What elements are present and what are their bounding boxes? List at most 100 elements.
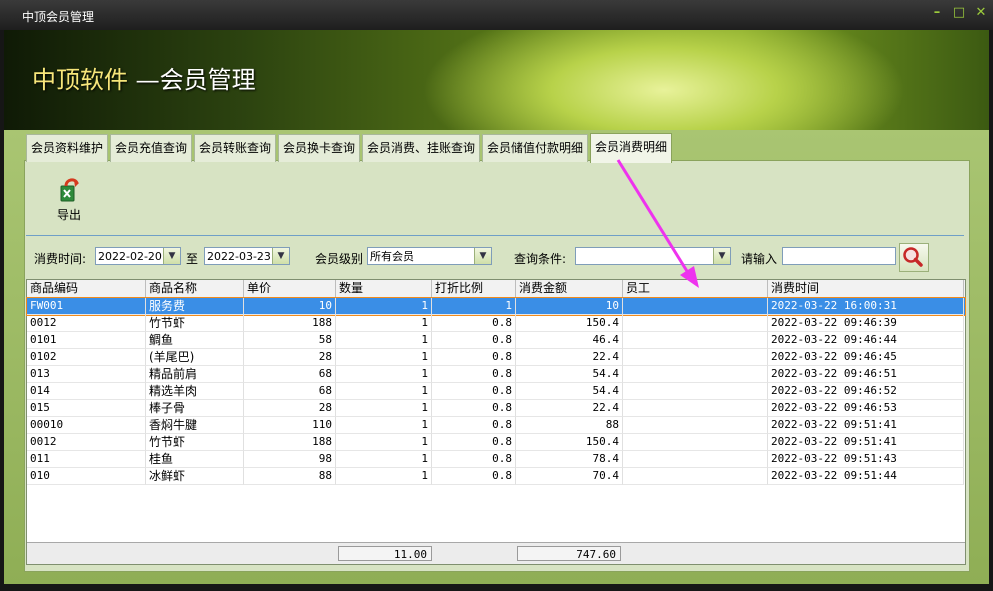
cell-name: 桂鱼 [146, 451, 244, 468]
search-input[interactable] [782, 247, 896, 265]
tab-3[interactable]: 会员换卡查询 [278, 134, 360, 162]
cell-price: 88 [244, 468, 336, 485]
cell-code: 010 [27, 468, 146, 485]
table-row[interactable]: 011 桂鱼 98 1 0.8 78.4 2022-03-22 09:51:43 [27, 451, 965, 468]
close-button[interactable]: ✕ [974, 6, 988, 20]
cell-qty: 1 [336, 400, 432, 417]
cell-amount: 54.4 [516, 383, 623, 400]
chevron-down-icon[interactable]: ▼ [713, 248, 730, 264]
total-amount: 747.60 [517, 546, 621, 561]
table-row[interactable]: 0012 竹节虾 188 1 0.8 150.4 2022-03-22 09:46:39 [27, 315, 965, 332]
cell-staff [623, 315, 768, 332]
search-button[interactable] [899, 243, 929, 272]
column-header-price[interactable]: 单价 [244, 280, 336, 297]
tab-5[interactable]: 会员储值付款明细 [482, 134, 588, 162]
table-footer: 11.00 747.60 [27, 542, 965, 564]
cell-price: 28 [244, 400, 336, 417]
cell-name: 鲷鱼 [146, 332, 244, 349]
date-from-value: 2022-02-20 [98, 250, 162, 263]
cell-amount: 88 [516, 417, 623, 434]
tab-2[interactable]: 会员转账查询 [194, 134, 276, 162]
cell-name: 棒子骨 [146, 400, 244, 417]
cell-staff [623, 383, 768, 400]
cell-name: 精选羊肉 [146, 383, 244, 400]
date-to-picker[interactable]: 2022-03-23 ▼ [204, 247, 290, 265]
column-header-amount[interactable]: 消费金额 [516, 280, 623, 297]
condition-select[interactable]: ▼ [575, 247, 731, 265]
cell-time: 2022-03-22 09:51:41 [768, 417, 964, 434]
chevron-down-icon[interactable]: ▼ [474, 248, 491, 264]
table-row[interactable]: 015 棒子骨 28 1 0.8 22.4 2022-03-22 09:46:53 [27, 400, 965, 417]
chevron-down-icon[interactable]: ▼ [163, 248, 180, 264]
cell-code: 0012 [27, 434, 146, 451]
filter-bar: 消费时间: 2022-02-20 ▼ 至 2022-03-23 ▼ 会员级别 所… [26, 240, 964, 274]
date-from-picker[interactable]: 2022-02-20 ▼ [95, 247, 181, 265]
title-bar: 中顶会员管理 – □ ✕ [0, 0, 993, 30]
maximize-button[interactable]: □ [952, 6, 966, 20]
tab-1[interactable]: 会员充值查询 [110, 134, 192, 162]
time-label: 消费时间: [34, 252, 87, 266]
column-header-discount[interactable]: 打折比例 [432, 280, 516, 297]
window-title: 中顶会员管理 [22, 10, 95, 24]
cell-qty: 1 [336, 434, 432, 451]
cell-code: 011 [27, 451, 146, 468]
cell-discount: 0.8 [432, 383, 516, 400]
table-row[interactable]: 0101 鲷鱼 58 1 0.8 46.4 2022-03-22 09:46:44 [27, 332, 965, 349]
cell-code: 015 [27, 400, 146, 417]
cell-time: 2022-03-22 09:51:43 [768, 451, 964, 468]
table-row[interactable]: FW001 服务费 10 1 1 10 2022-03-22 16:00:31 [26, 297, 966, 316]
cell-time: 2022-03-22 09:46:51 [768, 366, 964, 383]
export-button[interactable]: 导出 [50, 177, 88, 227]
cell-time: 2022-03-22 09:46:44 [768, 332, 964, 349]
cell-discount: 0.8 [432, 349, 516, 366]
table-row[interactable]: 00010 香焖牛腱 110 1 0.8 88 2022-03-22 09:51:41 [27, 417, 965, 434]
cell-discount: 0.8 [432, 366, 516, 383]
cell-price: 10 [244, 298, 336, 315]
cell-qty: 1 [336, 451, 432, 468]
cell-qty: 1 [336, 366, 432, 383]
level-select[interactable]: 所有会员 ▼ [367, 247, 492, 265]
column-header-code[interactable]: 商品编码 [27, 280, 146, 297]
search-icon [903, 247, 923, 267]
table-row[interactable]: 0012 竹节虾 188 1 0.8 150.4 2022-03-22 09:51:41 [27, 434, 965, 451]
cell-discount: 0.8 [432, 315, 516, 332]
cell-name: 竹节虾 [146, 434, 244, 451]
date-to-value: 2022-03-23 [207, 250, 271, 263]
cell-staff [623, 434, 768, 451]
table-row[interactable]: 014 精选羊肉 68 1 0.8 54.4 2022-03-22 09:46:52 [27, 383, 965, 400]
column-header-qty[interactable]: 数量 [336, 280, 432, 297]
header-banner: 中顶软件 —会员管理 [4, 30, 989, 130]
cell-code: 014 [27, 383, 146, 400]
minimize-button[interactable]: – [930, 6, 944, 20]
cell-code: 00010 [27, 417, 146, 434]
cell-name: 冰鲜虾 [146, 468, 244, 485]
cell-price: 110 [244, 417, 336, 434]
total-quantity: 11.00 [338, 546, 432, 561]
detail-table: 商品编码 商品名称 单价 数量 打折比例 消费金额 员工 消费时间 FW001 服务费 10 1 1 1… [26, 279, 966, 565]
cell-qty: 1 [336, 298, 432, 315]
table-row[interactable]: 010 冰鲜虾 88 1 0.8 70.4 2022-03-22 09:51:44 [27, 468, 965, 485]
column-header-name[interactable]: 商品名称 [146, 280, 244, 297]
cell-code: 0102 [27, 349, 146, 366]
cell-code: 0012 [27, 315, 146, 332]
tab-4[interactable]: 会员消费、挂账查询 [362, 134, 480, 162]
brand-title: 中顶软件 —会员管理 [32, 60, 256, 95]
column-header-time[interactable]: 消费时间 [768, 280, 964, 297]
brand-subtitle: —会员管理 [128, 66, 256, 94]
cell-staff [623, 400, 768, 417]
cell-time: 2022-03-22 16:00:31 [768, 298, 964, 315]
level-value: 所有会员 [370, 250, 414, 263]
table-row[interactable]: 013 精品前肩 68 1 0.8 54.4 2022-03-22 09:46:51 [27, 366, 965, 383]
cell-price: 188 [244, 315, 336, 332]
brand-name: 中顶软件 [32, 66, 128, 94]
cell-price: 58 [244, 332, 336, 349]
cell-staff [623, 417, 768, 434]
column-header-staff[interactable]: 员工 [623, 280, 768, 297]
tab-6[interactable]: 会员消费明细 [590, 133, 672, 163]
table-row[interactable]: 0102 (羊尾巴) 28 1 0.8 22.4 2022-03-22 09:46:45 [27, 349, 965, 366]
chevron-down-icon[interactable]: ▼ [272, 248, 289, 264]
cell-name: 服务费 [146, 298, 244, 315]
cell-discount: 1 [432, 298, 516, 315]
to-label: 至 [186, 252, 199, 266]
tab-0[interactable]: 会员资料维护 [26, 134, 108, 162]
